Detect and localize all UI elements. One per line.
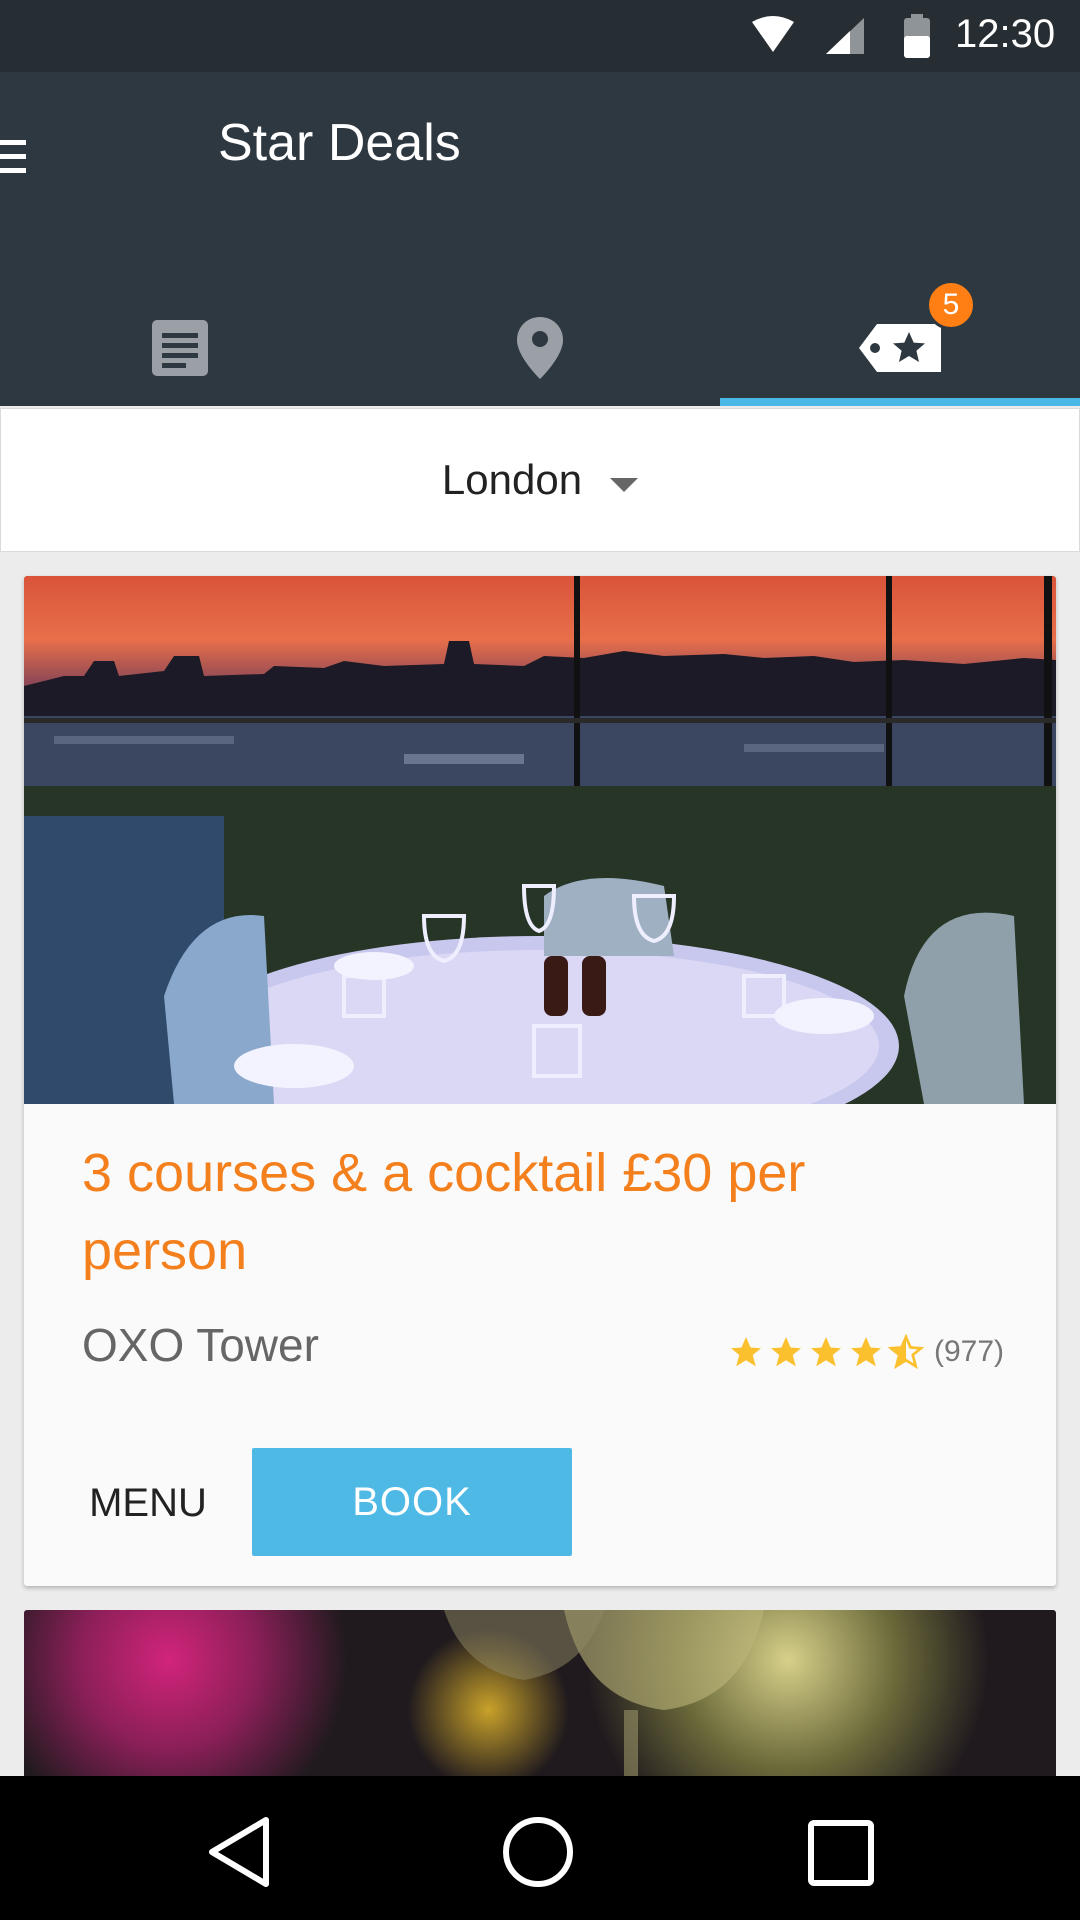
half-star-icon [888, 1334, 924, 1370]
status-bar: 12:30 [0, 0, 1080, 72]
status-time: 12:30 [955, 12, 1056, 56]
back-icon[interactable] [206, 1816, 272, 1888]
deal-title[interactable]: 3 courses & a cocktail £30 per person [82, 1134, 982, 1290]
deal-image [24, 576, 1056, 1156]
location-pin-icon [517, 317, 563, 379]
location-label: London [441, 456, 583, 503]
book-button[interactable]: BOOK [252, 1448, 572, 1556]
recents-icon[interactable] [808, 1820, 874, 1886]
article-icon [152, 320, 208, 376]
hamburger-menu-icon[interactable] [0, 140, 30, 186]
deal-card[interactable]: 3 courses & a cocktail £30 per person OX… [24, 576, 1056, 1586]
tab-deals[interactable] [720, 290, 1080, 406]
star-icon [851, 1337, 881, 1367]
star-icon [731, 1337, 761, 1367]
next-deal-image [444, 1610, 764, 1776]
wifi-icon [752, 16, 794, 52]
home-icon[interactable] [502, 1816, 574, 1888]
tab-map[interactable] [360, 290, 720, 406]
app-bar: Star Deals [0, 72, 1080, 406]
venue-name[interactable]: OXO Tower [82, 1318, 319, 1372]
battery-icon [904, 14, 930, 58]
dropdown-arrow-icon [610, 478, 639, 492]
page-title: Star Deals [218, 114, 461, 172]
restaurant-photo [24, 576, 1056, 1156]
cell-signal-icon [826, 18, 864, 54]
system-nav-bar [0, 1776, 1080, 1920]
review-count: (977) [934, 1335, 1005, 1368]
star-icon [811, 1337, 841, 1367]
tab-news[interactable] [0, 290, 360, 406]
tab-indicator [720, 398, 1080, 406]
next-deal-card[interactable] [24, 1610, 1056, 1776]
deals-count-badge: 5 [926, 280, 976, 330]
star-rating: (977) [728, 1334, 1004, 1370]
star-tag-icon [859, 324, 941, 372]
star-icon [771, 1337, 801, 1367]
menu-button[interactable]: MENU [68, 1448, 228, 1556]
location-selector[interactable]: London [0, 408, 1080, 552]
